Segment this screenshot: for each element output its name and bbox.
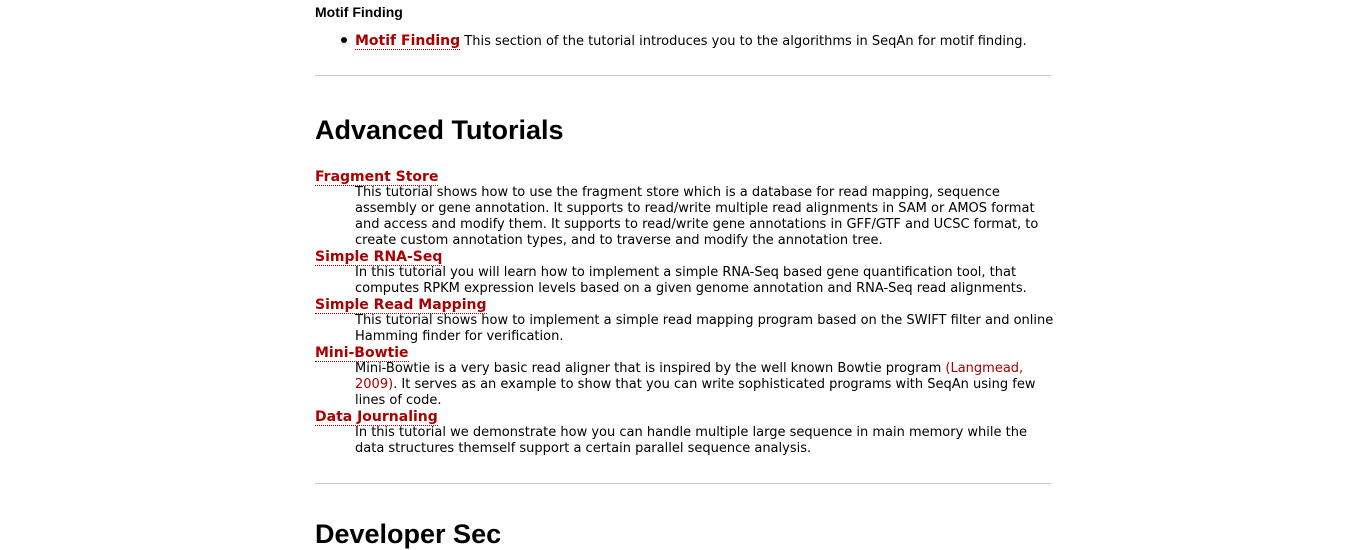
divider — [315, 75, 1051, 76]
simple-rna-seq-description: In this tutorial you will learn how to i… — [355, 265, 1027, 296]
divider — [315, 483, 1051, 484]
tutorial-term: Simple Read Mapping — [315, 297, 1051, 314]
fragment-store-link[interactable]: Fragment Store — [315, 169, 439, 186]
tutorial-term: Mini-Bowtie — [315, 345, 1051, 362]
advanced-tutorials-title: Advanced Tutorials — [315, 115, 564, 145]
mini-bowtie-link[interactable]: Mini-Bowtie — [315, 345, 409, 362]
tutorial-term: Simple RNA-Seq — [315, 249, 1051, 266]
motif-finding-heading: Motif Finding — [315, 4, 403, 20]
bullet-icon — [341, 37, 347, 43]
simple-rna-seq-link[interactable]: Simple RNA-Seq — [315, 249, 443, 266]
mini-bowtie-text-before: Mini-Bowtie is a very basic read aligner… — [355, 361, 946, 376]
fragment-store-description: This tutorial shows how to use the fragm… — [355, 185, 1039, 248]
mini-bowtie-description: Mini-Bowtie is a very basic read aligner… — [355, 361, 1055, 409]
tutorial-term: Data Journaling — [315, 409, 1051, 426]
data-journaling-link[interactable]: Data Journaling — [315, 409, 438, 426]
mini-bowtie-text-after: . It serves as an example to show that y… — [355, 377, 1036, 408]
data-journaling-description: In this tutorial we demonstrate how you … — [355, 425, 1027, 456]
motif-finding-description: This section of the tutorial introduces … — [460, 34, 1027, 49]
simple-read-mapping-link[interactable]: Simple Read Mapping — [315, 297, 487, 314]
advanced-tutorials-list: Fragment Store This tutorial shows how t… — [315, 169, 1053, 457]
tutorial-term: Fragment Store — [315, 169, 1051, 186]
simple-read-mapping-description: This tutorial shows how to implement a s… — [355, 313, 1054, 344]
next-section-title: Developer Sec — [315, 519, 502, 549]
list-item-text: Motif Finding This section of the tutori… — [355, 33, 1027, 50]
motif-finding-link[interactable]: Motif Finding — [355, 33, 461, 50]
